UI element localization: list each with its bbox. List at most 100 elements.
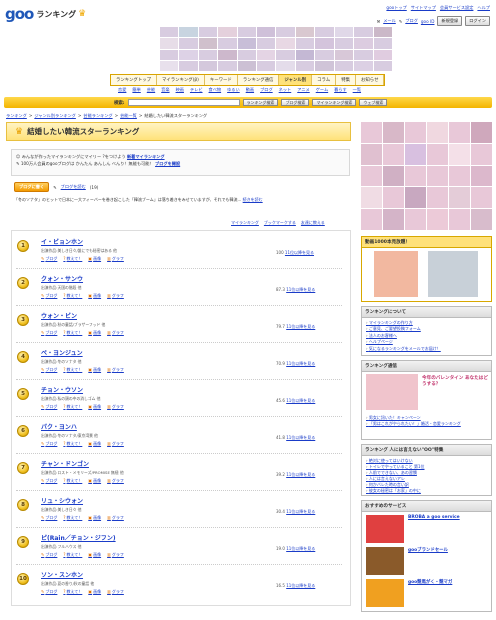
blog-link[interactable]: ✎ブログ bbox=[41, 367, 57, 373]
top-link[interactable]: ヘルプ bbox=[477, 5, 490, 11]
star-name-link[interactable]: チョン・ウソン bbox=[41, 385, 83, 394]
blog-link[interactable]: ✎ブログ bbox=[41, 515, 57, 521]
genre-link[interactable]: ブログ bbox=[260, 87, 273, 93]
blog-search-button[interactable]: ブログ検索 bbox=[281, 99, 310, 106]
more-link[interactable]: 11位以降を見る bbox=[286, 509, 315, 514]
blog-link[interactable]: ✎ブログ bbox=[41, 293, 57, 299]
video-thumb[interactable] bbox=[374, 251, 418, 297]
graph-link[interactable]: ▥グラフ bbox=[107, 367, 124, 373]
blog-link[interactable]: ✎ブログ bbox=[41, 552, 57, 558]
web-search-button[interactable]: ウェブ検索 bbox=[359, 99, 388, 106]
blog-read-link[interactable]: ブログを読む bbox=[61, 184, 86, 190]
genre-link[interactable]: 食べ物 bbox=[209, 87, 222, 93]
oshiete-link[interactable]: ?教えて！ bbox=[63, 367, 82, 373]
register-button[interactable]: 新規登録 bbox=[437, 16, 463, 26]
tab-column[interactable]: コラム bbox=[312, 75, 337, 85]
graph-link[interactable]: ▥グラフ bbox=[107, 515, 124, 521]
tab-myranking[interactable]: マイランキング(β) bbox=[157, 75, 205, 85]
genre-link[interactable]: 芸能 bbox=[147, 87, 155, 93]
genre-link[interactable]: 暮らす bbox=[334, 87, 346, 93]
breadcrumb-link[interactable]: 芸能ランキング bbox=[83, 113, 112, 119]
more-link[interactable]: 11位以降を見る bbox=[286, 583, 315, 588]
genre-link[interactable]: 恋愛 bbox=[118, 87, 126, 93]
star-name-link[interactable]: リュ・シウォン bbox=[41, 496, 83, 505]
top-link[interactable]: サイトマップ bbox=[411, 5, 436, 11]
image-link[interactable]: ▣画像 bbox=[88, 330, 101, 336]
myranking-tool-link[interactable]: マイランキング bbox=[231, 220, 259, 226]
star-name-link[interactable]: ソン・スンホン bbox=[41, 570, 83, 579]
graph-link[interactable]: ▥グラフ bbox=[107, 330, 124, 336]
oshiete-link[interactable]: ?教えて！ bbox=[63, 478, 82, 484]
oshiete-link[interactable]: ?教えて！ bbox=[63, 256, 82, 262]
more-link[interactable]: 11位以降を見る bbox=[285, 250, 314, 255]
star-name-link[interactable]: クォン・サンウ bbox=[41, 274, 83, 283]
tsushin-thumb[interactable] bbox=[366, 374, 418, 410]
brand-banner[interactable] bbox=[366, 547, 404, 575]
breadcrumb-link[interactable]: 芸能一覧 bbox=[120, 113, 137, 119]
star-name-link[interactable]: パク・ヨンハ bbox=[41, 422, 77, 431]
oshiete-link[interactable]: ?教えて！ bbox=[63, 330, 82, 336]
image-link[interactable]: ▣画像 bbox=[88, 478, 101, 484]
top-link[interactable]: gooトップ bbox=[386, 5, 406, 11]
blog-link[interactable]: ✎ブログ bbox=[41, 330, 57, 336]
genre-link[interactable]: 一覧 bbox=[353, 87, 361, 93]
ad-banner[interactable] bbox=[160, 27, 392, 71]
genre-link[interactable]: ゆるい bbox=[227, 87, 240, 93]
open-blog-link[interactable]: ブログを開設 bbox=[155, 161, 180, 166]
more-link[interactable]: 11位以降を見る bbox=[286, 435, 315, 440]
graph-link[interactable]: ▥グラフ bbox=[107, 404, 124, 410]
search-input[interactable] bbox=[127, 99, 240, 106]
read-more-link[interactable]: 続きを読む bbox=[243, 197, 263, 202]
video-box[interactable]: 動画1000本見放題！ bbox=[361, 236, 492, 302]
genre-link[interactable]: 動画 bbox=[246, 87, 254, 93]
ranking-search-button[interactable]: ランキング検索 bbox=[242, 99, 279, 106]
more-link[interactable]: 11位以降を見る bbox=[286, 472, 315, 477]
blog-link[interactable]: ✎ブログ bbox=[41, 404, 57, 410]
gooid-link[interactable]: goo ID bbox=[421, 19, 435, 24]
genre-link[interactable]: テレビ bbox=[190, 87, 203, 93]
service-link[interactable]: BROBA a goo service bbox=[408, 515, 460, 520]
tell-friend-link[interactable]: 友達に教える bbox=[301, 220, 325, 226]
tab-special[interactable]: 特集 bbox=[336, 75, 356, 85]
graph-link[interactable]: ▥グラフ bbox=[107, 293, 124, 299]
keiba-banner[interactable] bbox=[366, 579, 404, 607]
top-link[interactable]: 会員サービス設定 bbox=[440, 5, 474, 11]
more-link[interactable]: 11位以降を見る bbox=[286, 361, 315, 366]
oshiete-link[interactable]: ?教えて！ bbox=[63, 515, 82, 521]
genre-link[interactable]: 簡単 bbox=[132, 87, 140, 93]
service-link[interactable]: goo競馬がく・競マガ bbox=[408, 579, 452, 585]
graph-link[interactable]: ▥グラフ bbox=[107, 441, 124, 447]
more-link[interactable]: 11位以降を見る bbox=[286, 398, 315, 403]
image-link[interactable]: ▣画像 bbox=[88, 515, 101, 521]
star-name-link[interactable]: イ・ビョンホン bbox=[41, 237, 83, 246]
genre-link[interactable]: アニメ bbox=[297, 87, 309, 93]
genre-link[interactable]: 音楽 bbox=[161, 87, 169, 93]
more-link[interactable]: 11位以降を見る bbox=[286, 546, 315, 551]
image-link[interactable]: ▣画像 bbox=[88, 589, 101, 595]
star-name-link[interactable]: ペ・ヨンジュン bbox=[41, 348, 83, 357]
more-link[interactable]: 11位以降を見る bbox=[286, 287, 315, 292]
oshiete-link[interactable]: ?教えて！ bbox=[63, 441, 82, 447]
more-link[interactable]: 11位以降を見る bbox=[286, 324, 315, 329]
image-link[interactable]: ▣画像 bbox=[88, 256, 101, 262]
blog-link[interactable]: ✎ブログ bbox=[41, 478, 57, 484]
genre-link[interactable]: ネット bbox=[279, 87, 292, 93]
image-link[interactable]: ▣画像 bbox=[88, 293, 101, 299]
blog-link[interactable]: ✎ブログ bbox=[41, 256, 57, 262]
video-thumb[interactable] bbox=[428, 251, 478, 297]
star-name-link[interactable]: ピ(Rain／チョン・ジフン) bbox=[41, 533, 116, 542]
about-link[interactable]: 気になるランキングをメールでお届け！ bbox=[366, 346, 487, 352]
breadcrumb-link[interactable]: ジャンル別ランキング bbox=[34, 113, 76, 119]
oshiete-link[interactable]: ?教えて！ bbox=[63, 404, 82, 410]
tab-keyword[interactable]: キーワード bbox=[205, 75, 238, 85]
star-name-link[interactable]: ウォン・ビン bbox=[41, 311, 77, 320]
image-link[interactable]: ▣画像 bbox=[88, 441, 101, 447]
image-link[interactable]: ▣画像 bbox=[88, 552, 101, 558]
genre-link[interactable]: 映画 bbox=[176, 87, 184, 93]
blog-write-button[interactable]: ブログに書く bbox=[14, 182, 50, 192]
tab-news[interactable]: お知らせ bbox=[356, 75, 385, 85]
new-myranking-link[interactable]: 新着マイランキング bbox=[127, 154, 165, 159]
mail-link[interactable]: メール bbox=[383, 18, 396, 24]
oshiete-link[interactable]: ?教えて！ bbox=[63, 589, 82, 595]
blog-link[interactable]: ✎ブログ bbox=[41, 589, 57, 595]
